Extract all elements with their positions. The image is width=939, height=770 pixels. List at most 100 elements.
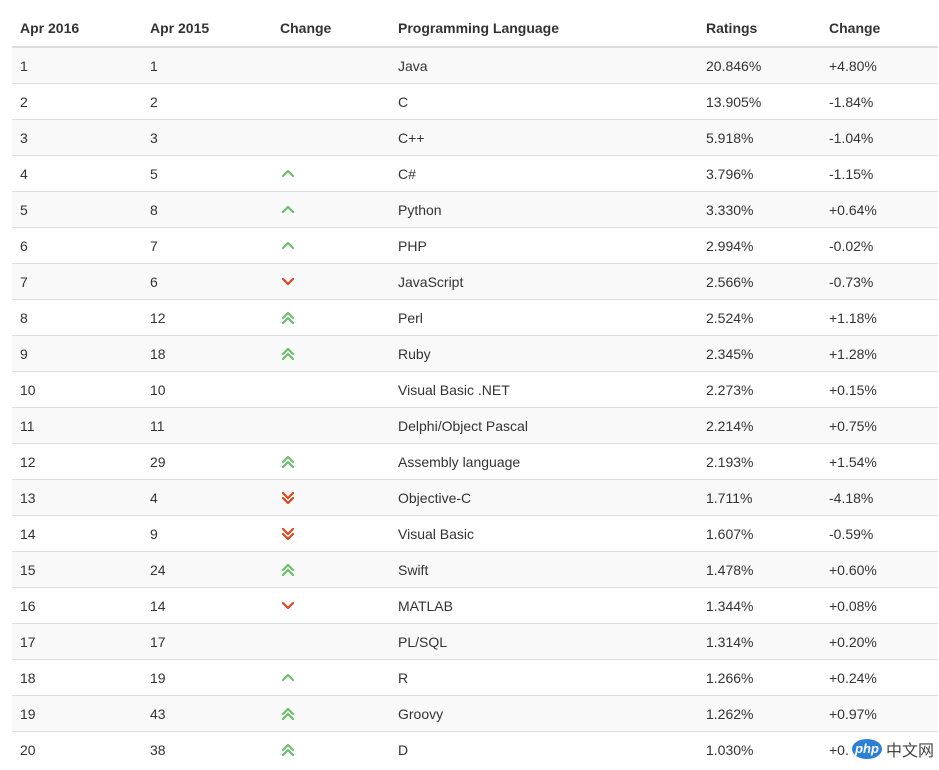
- trend-cell: [272, 515, 390, 552]
- rating-cell: 5.918%: [698, 119, 821, 156]
- chevron-up-icon: [282, 169, 294, 177]
- watermark-logo: php: [852, 739, 882, 759]
- trend-cell: [272, 335, 390, 372]
- rank-2015-cell: 18: [142, 335, 272, 372]
- rank-2016-cell: 12: [12, 443, 142, 480]
- site-watermark: php 中文网: [848, 736, 934, 762]
- ranking-table: Apr 2016 Apr 2015 Change Programming Lan…: [12, 10, 938, 767]
- table-row: 18 19 R 1.266% +0.24%: [12, 659, 938, 696]
- rating-cell: 2.273%: [698, 371, 821, 408]
- rank-2015-cell: 9: [142, 515, 272, 552]
- rating-cell: 1.478%: [698, 551, 821, 588]
- trend-cell: [272, 443, 390, 480]
- trend-cell: [272, 46, 390, 84]
- change-cell: +0.75%: [821, 407, 938, 444]
- change-cell: -1.84%: [821, 83, 938, 120]
- table-row: 6 7 PHP 2.994% -0.02%: [12, 227, 938, 264]
- rank-2016-cell: 3: [12, 119, 142, 156]
- double-chevron-up-icon: [282, 311, 294, 324]
- chevron-up-icon: [282, 241, 294, 249]
- table-row: 14 9 Visual Basic 1.607% -0.59%: [12, 515, 938, 552]
- rank-2015-cell: 19: [142, 659, 272, 696]
- trend-cell: [272, 299, 390, 336]
- rank-2016-cell: 20: [12, 731, 142, 767]
- language-cell: Delphi/Object Pascal: [390, 407, 698, 444]
- header-programming-language: Programming Language: [390, 10, 698, 48]
- trend-cell: [272, 695, 390, 732]
- rank-2015-cell: 3: [142, 119, 272, 156]
- rank-2016-cell: 18: [12, 659, 142, 696]
- language-cell: D: [390, 731, 698, 767]
- language-cell: Objective-C: [390, 479, 698, 516]
- rank-2016-cell: 4: [12, 155, 142, 192]
- change-cell: +1.18%: [821, 299, 938, 336]
- rank-2015-cell: 29: [142, 443, 272, 480]
- table-row: 2 2 C 13.905% -1.84%: [12, 83, 938, 120]
- chevron-down-icon: [282, 601, 294, 609]
- table-body: 1 1 Java 20.846% +4.80% 2 2 C 13.905% -1.84% 3 3 C++…: [12, 46, 938, 767]
- language-cell: Groovy: [390, 695, 698, 732]
- trend-cell: [272, 407, 390, 444]
- rating-cell: 3.796%: [698, 155, 821, 192]
- rank-2015-cell: 1: [142, 46, 272, 84]
- change-cell: +0.97%: [821, 695, 938, 732]
- trend-cell: [272, 263, 390, 300]
- language-cell: Ruby: [390, 335, 698, 372]
- header-change-trend: Change: [272, 10, 390, 48]
- double-chevron-down-icon: [282, 527, 294, 540]
- table-row: 16 14 MATLAB 1.344% +0.08%: [12, 587, 938, 624]
- rank-2015-cell: 4: [142, 479, 272, 516]
- language-cell: R: [390, 659, 698, 696]
- rating-cell: 1.711%: [698, 479, 821, 516]
- table-row: 7 6 JavaScript 2.566% -0.73%: [12, 263, 938, 300]
- table-row: 10 10 Visual Basic .NET 2.273% +0.15%: [12, 371, 938, 408]
- rank-2015-cell: 17: [142, 623, 272, 660]
- rating-cell: 2.345%: [698, 335, 821, 372]
- language-cell: C++: [390, 119, 698, 156]
- rank-2016-cell: 7: [12, 263, 142, 300]
- rank-2016-cell: 8: [12, 299, 142, 336]
- change-cell: -1.15%: [821, 155, 938, 192]
- change-cell: +1.28%: [821, 335, 938, 372]
- trend-cell: [272, 587, 390, 624]
- table-row: 8 12 Perl 2.524% +1.18%: [12, 299, 938, 336]
- table-row: 9 18 Ruby 2.345% +1.28%: [12, 335, 938, 372]
- language-cell: Visual Basic: [390, 515, 698, 552]
- trend-cell: [272, 83, 390, 120]
- rating-cell: 2.214%: [698, 407, 821, 444]
- language-cell: C#: [390, 155, 698, 192]
- language-cell: MATLAB: [390, 587, 698, 624]
- rating-cell: 2.524%: [698, 299, 821, 336]
- trend-cell: [272, 479, 390, 516]
- change-cell: +0.15%: [821, 371, 938, 408]
- table-header: Apr 2016 Apr 2015 Change Programming Lan…: [12, 10, 938, 48]
- trend-cell: [272, 551, 390, 588]
- table-row: 20 38 D 1.030% +0.: [12, 731, 938, 767]
- rank-2016-cell: 16: [12, 587, 142, 624]
- rating-cell: 1.266%: [698, 659, 821, 696]
- trend-cell: [272, 227, 390, 264]
- rank-2015-cell: 2: [142, 83, 272, 120]
- rank-2015-cell: 14: [142, 587, 272, 624]
- table-row: 19 43 Groovy 1.262% +0.97%: [12, 695, 938, 732]
- chevron-down-icon: [282, 277, 294, 285]
- rank-2015-cell: 5: [142, 155, 272, 192]
- chevron-up-icon: [282, 205, 294, 213]
- trend-cell: [272, 659, 390, 696]
- rank-2015-cell: 11: [142, 407, 272, 444]
- double-chevron-up-icon: [282, 347, 294, 360]
- rank-2016-cell: 6: [12, 227, 142, 264]
- rating-cell: 1.262%: [698, 695, 821, 732]
- double-chevron-down-icon: [282, 491, 294, 504]
- rank-2016-cell: 10: [12, 371, 142, 408]
- change-cell: -1.04%: [821, 119, 938, 156]
- language-cell: C: [390, 83, 698, 120]
- language-cell: Visual Basic .NET: [390, 371, 698, 408]
- rank-2016-cell: 1: [12, 46, 142, 84]
- change-cell: +0.20%: [821, 623, 938, 660]
- double-chevron-up-icon: [282, 707, 294, 720]
- chevron-up-icon: [282, 673, 294, 681]
- rank-2015-cell: 6: [142, 263, 272, 300]
- rank-2015-cell: 43: [142, 695, 272, 732]
- rank-2016-cell: 5: [12, 191, 142, 228]
